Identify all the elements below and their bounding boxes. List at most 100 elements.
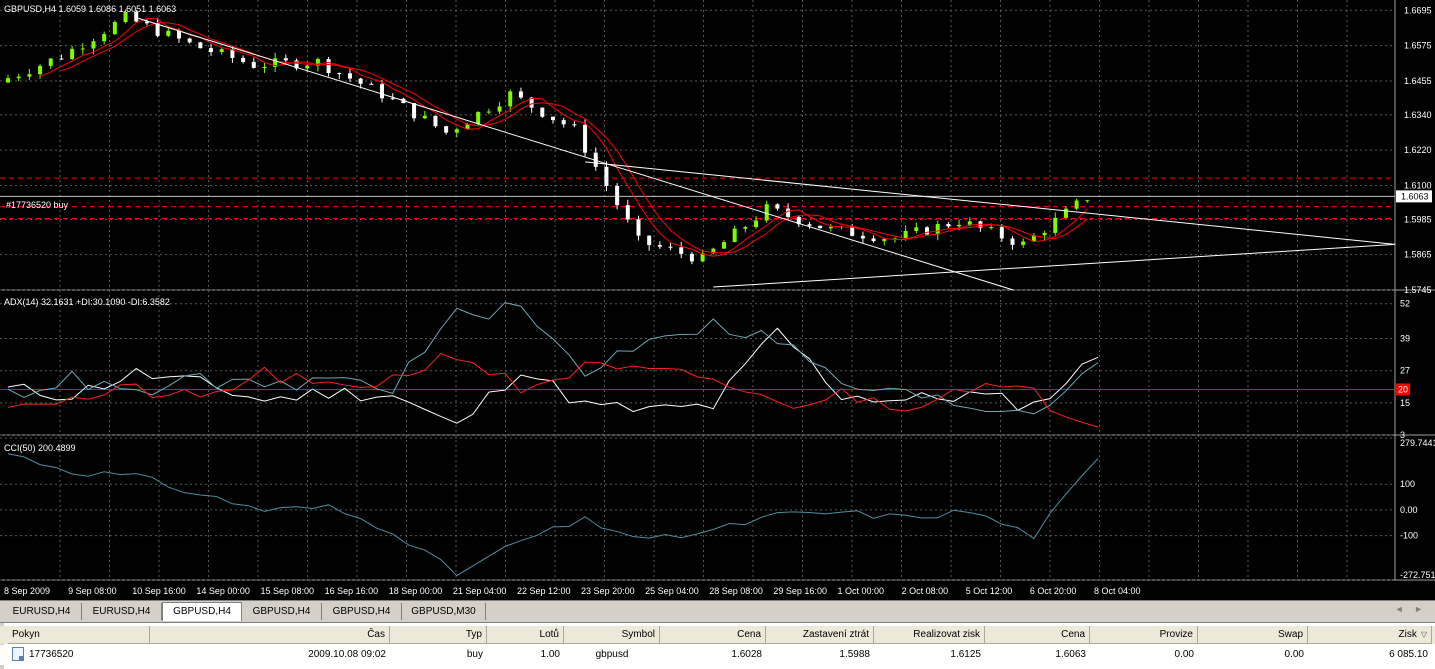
column-header[interactable]: Cena	[985, 626, 1090, 644]
cci-axis-label: -272.751	[1400, 570, 1435, 580]
candle-body	[48, 58, 53, 66]
time-axis-label: 9 Sep 08:00	[68, 586, 117, 596]
column-header[interactable]: Lotů	[487, 626, 564, 644]
candle-body	[946, 224, 951, 227]
adx-axis-label: 39	[1400, 334, 1410, 344]
table-cell-value: 1.5988	[839, 649, 870, 660]
candle-body	[454, 129, 459, 133]
candle-body	[91, 41, 96, 49]
candle-body	[251, 61, 256, 68]
column-header[interactable]: Zastavení ztrát	[766, 626, 874, 644]
candle-body	[743, 227, 748, 229]
column-header-label: Typ	[465, 629, 482, 640]
adx-panel-header: ADX(14) 32.1631 +DI:30.1090 -DI:6.3582	[4, 297, 170, 307]
chart-area[interactable]: 1.6695 1.6575 1.6455 1.6340 1.6220 1.6100 1.59…	[0, 0, 1435, 600]
column-header-label: Zisk	[1398, 629, 1417, 640]
table-cell-value: 0.00	[1174, 649, 1194, 660]
cci-axis-label: 100	[1400, 479, 1415, 489]
terminal-panel: Pokyn Čas Typ Lotů Symbol Cena Zastavení ztrát…	[0, 622, 1435, 669]
tab-eurusd-h4[interactable]: EURUSD,H4	[82, 603, 162, 620]
tab-gbpusd-h4[interactable]: GBPUSD,H4	[322, 603, 402, 620]
candle-body	[540, 107, 545, 117]
column-header[interactable]: Swap	[1198, 626, 1308, 644]
adx-line	[7, 327, 1099, 424]
candle-body	[59, 58, 64, 60]
column-header[interactable]: Pokyn	[8, 626, 150, 644]
current-price-label: 1.6063	[1401, 191, 1429, 201]
terminal-header-row: Pokyn Čas Typ Lotů Symbol Cena Zastavení ztrát…	[0, 626, 1435, 644]
candle-body	[967, 221, 972, 225]
candle-body	[999, 227, 1004, 239]
column-header-label: Swap	[1277, 629, 1303, 640]
candle-body	[721, 242, 726, 249]
minus-di-line	[7, 352, 1099, 428]
candle-body	[337, 73, 342, 75]
order-label: #17736520 buy	[6, 200, 69, 210]
price-axis-label: 1.6220	[1404, 145, 1432, 155]
tab-scroll-arrows[interactable]: ◄ ►	[1395, 604, 1427, 614]
time-axis-label: 14 Sep 00:00	[196, 586, 250, 596]
column-header[interactable]: Zisk ▽	[1308, 626, 1432, 644]
time-axis-label: 10 Sep 16:00	[132, 586, 186, 596]
time-axis-label: 1 Oct 00:00	[838, 586, 885, 596]
candle-body	[786, 208, 791, 217]
table-cell-value: 1.6063	[1055, 649, 1086, 660]
table-cell: 1.00	[487, 645, 564, 665]
price-axis-label: 1.6695	[1404, 5, 1432, 15]
main-panel-header: GBPUSD,H4 1.6059 1.6086 1.6051 1.6063	[4, 4, 176, 14]
table-cell: 17736520	[8, 645, 150, 665]
candle-body	[176, 30, 181, 39]
candle-body	[689, 253, 694, 262]
column-header[interactable]: Realizovat zisk	[874, 626, 985, 644]
time-axis-label: 28 Sep 08:00	[709, 586, 763, 596]
cci-axis-label: 0.00	[1400, 505, 1418, 515]
column-header-label: Lotů	[539, 629, 559, 640]
candle-body	[754, 220, 759, 228]
column-header[interactable]: Provize	[1090, 626, 1198, 644]
candle-body	[1053, 217, 1058, 233]
candle-body	[668, 246, 673, 248]
cci-line	[7, 453, 1099, 577]
tab-gbpusd-h4[interactable]: GBPUSD,H4	[242, 603, 322, 620]
candle-body	[112, 22, 117, 35]
candle-body	[486, 111, 491, 113]
cci-panel	[7, 453, 1099, 577]
table-cell: 0.00	[1198, 645, 1308, 665]
candle-body	[615, 185, 620, 206]
column-header-label: Symbol	[621, 629, 655, 640]
candle-body	[583, 124, 588, 153]
column-header-label: Cena	[1061, 629, 1085, 640]
candle-body	[209, 48, 214, 53]
table-cell-value: buy	[466, 649, 483, 660]
candle-body	[444, 126, 449, 133]
candle-body	[326, 59, 331, 74]
tab-gbpusd-m30[interactable]: GBPUSD,M30	[402, 603, 486, 620]
candle-body	[70, 48, 75, 60]
tab-gbpusd-h4[interactable]: GBPUSD,H4	[162, 602, 242, 621]
time-axis-label: 8 Oct 04:00	[1094, 586, 1141, 596]
adx-level-label: 20	[1398, 384, 1408, 394]
candle-body	[914, 227, 919, 231]
column-header[interactable]: Typ	[390, 626, 487, 644]
table-cell: 1.5988	[766, 645, 874, 665]
adx-axis-label: 52	[1400, 299, 1410, 309]
candle-body	[1010, 238, 1015, 245]
adx-axis-label: 27	[1400, 366, 1410, 376]
candle-body	[422, 115, 427, 119]
time-axis-label: 15 Sep 08:00	[260, 586, 314, 596]
table-cell: 1.6125	[874, 645, 985, 665]
chart-canvas[interactable]: 1.6695 1.6575 1.6455 1.6340 1.6220 1.6100 1.59…	[0, 0, 1435, 600]
table-row[interactable]: 17736520 2009.10.08 09:02 buy 1.00 gbpusd 1.6…	[0, 645, 1435, 665]
time-axis-label: 5 Oct 12:00	[966, 586, 1013, 596]
table-cell-value: 17736520	[29, 649, 74, 660]
column-header[interactable]: Symbol	[564, 626, 660, 644]
candle-body	[625, 205, 630, 220]
table-cell-value: 0.00	[1284, 649, 1304, 660]
adx-panel	[0, 302, 1395, 428]
candle-body	[572, 124, 577, 126]
column-header[interactable]: Cena	[660, 626, 766, 644]
time-axis-label: 22 Sep 12:00	[517, 586, 571, 596]
tab-eurusd-h4[interactable]: EURUSD,H4	[2, 603, 82, 620]
column-header-label: Čas	[367, 629, 385, 640]
column-header[interactable]: Čas	[150, 626, 390, 644]
